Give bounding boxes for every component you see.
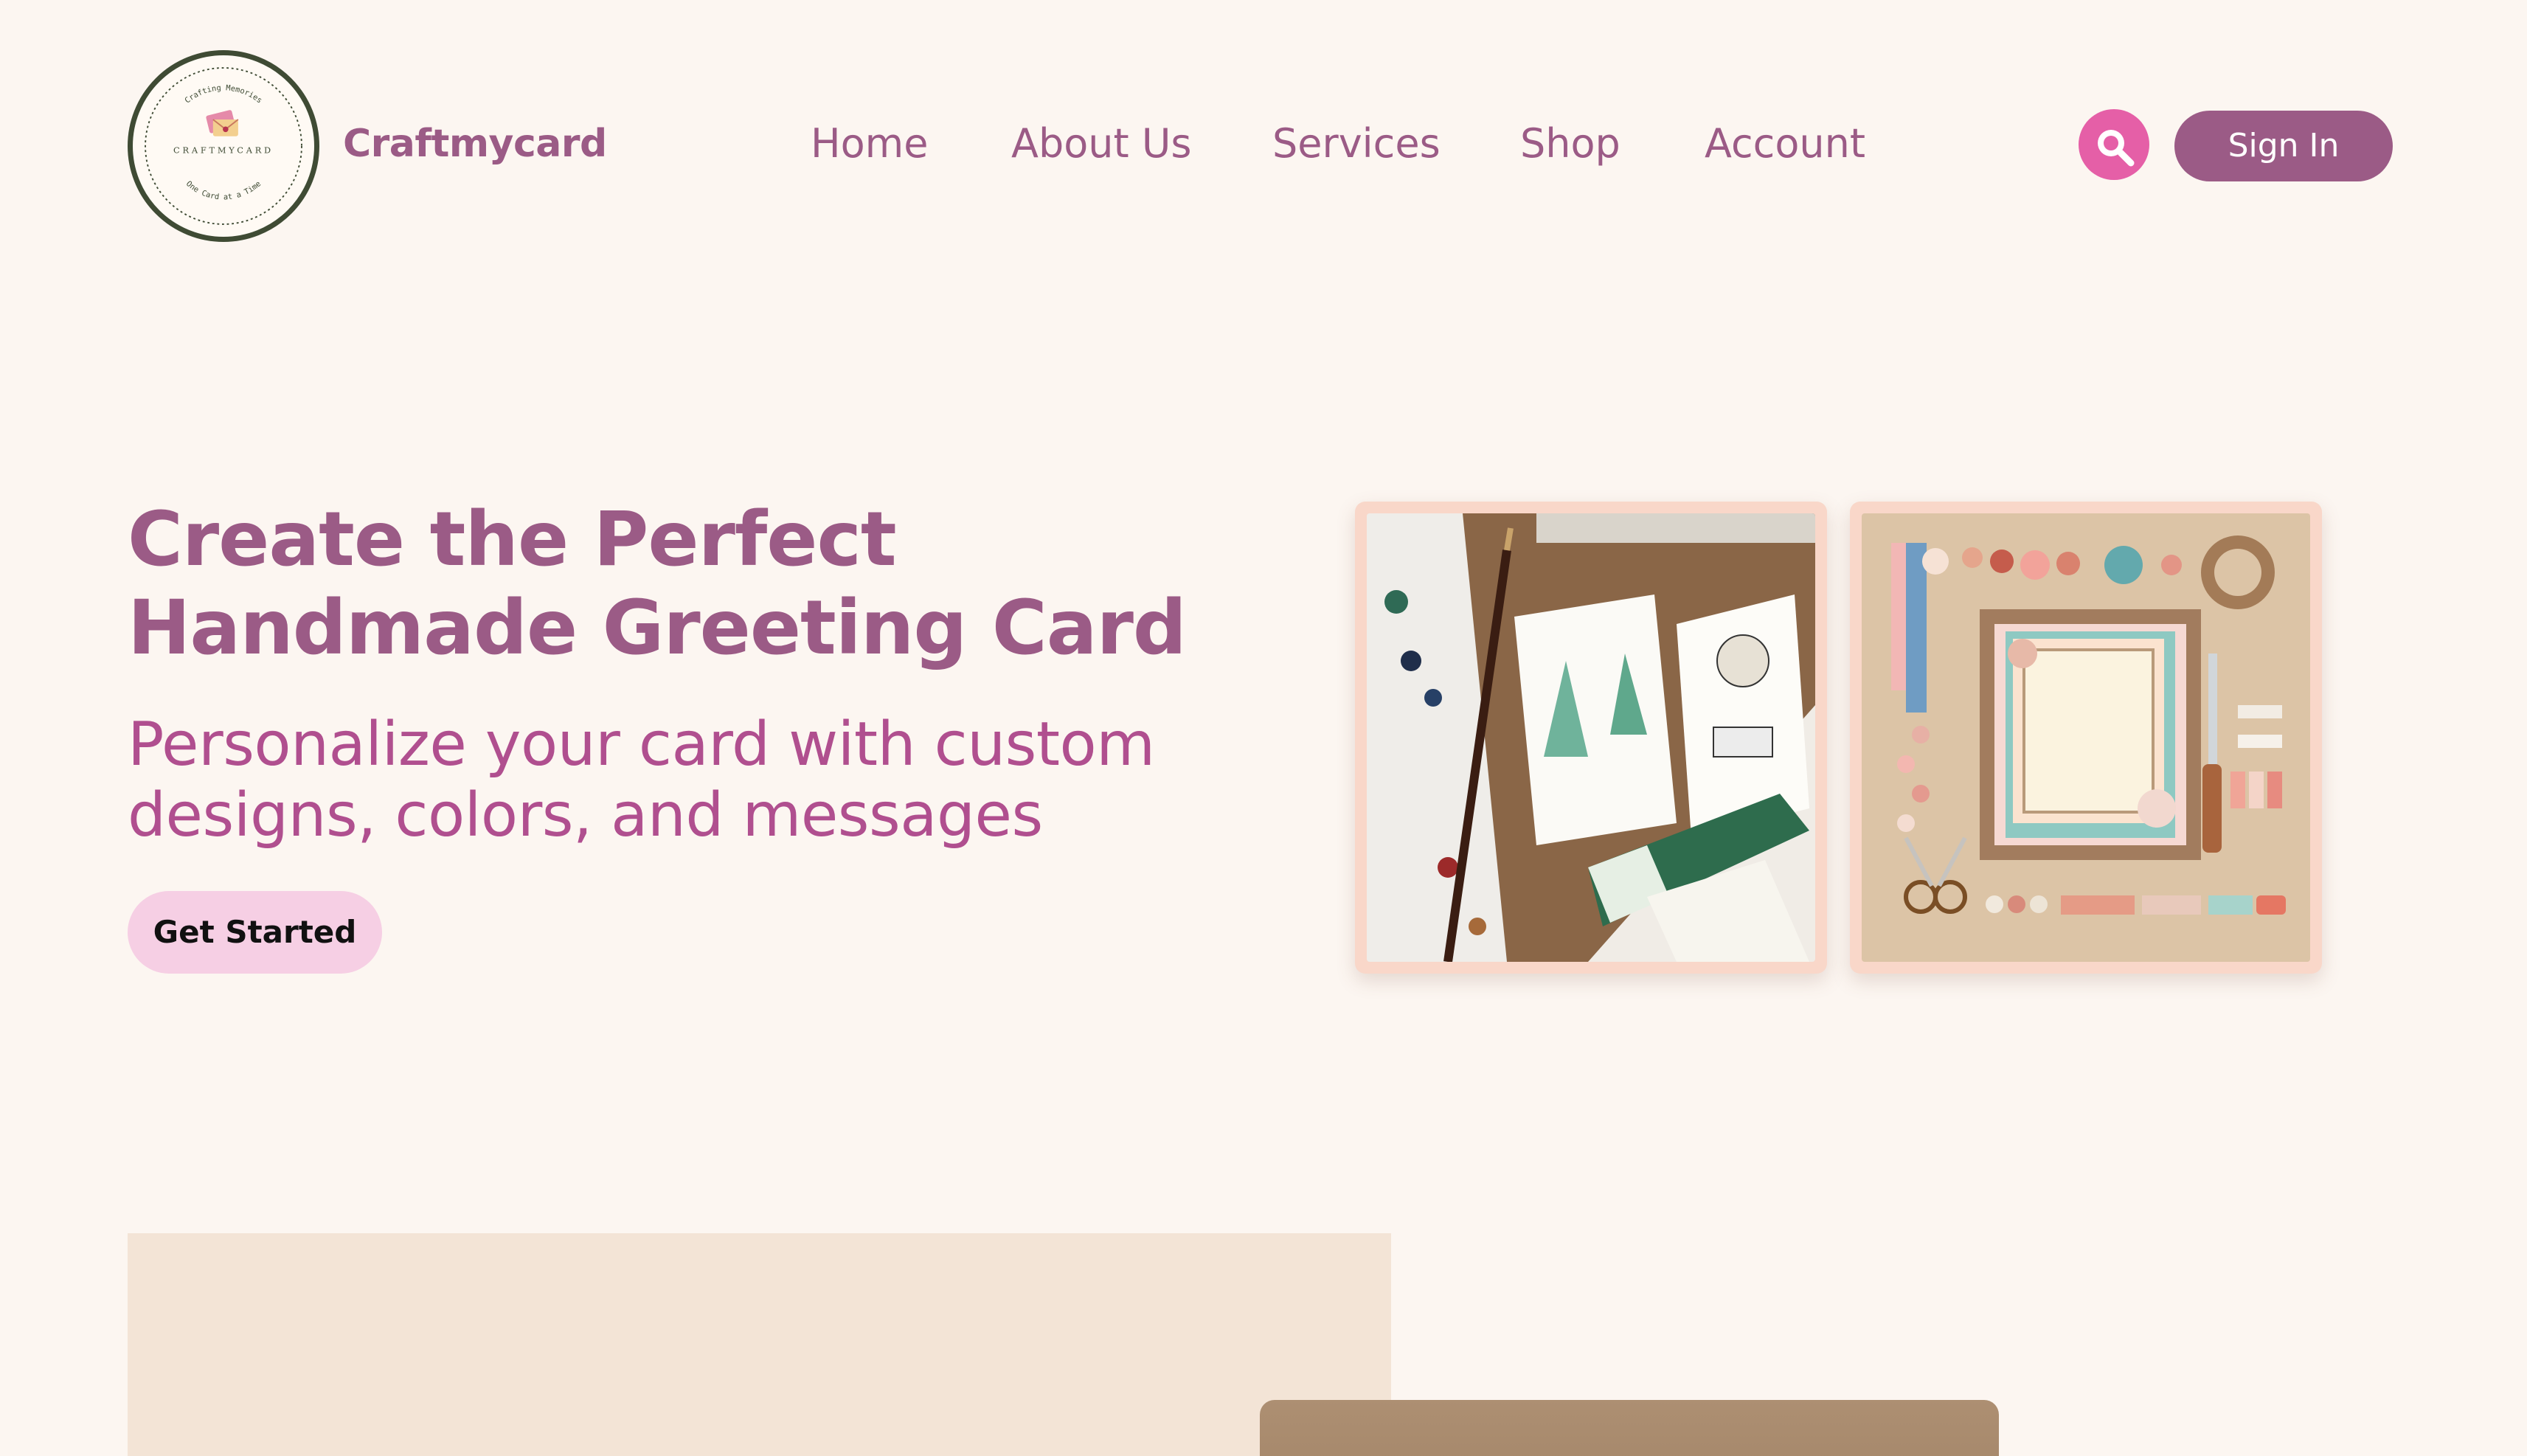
search-button[interactable] [2079, 109, 2149, 180]
hero-image-craft-supplies [1850, 502, 2322, 974]
hero-title-line-1: Create the Perfect [128, 496, 897, 583]
painted-cards-photo [1367, 513, 1815, 962]
page: Crafting Memories CRAFTMYCARD One Card a… [0, 0, 2527, 1456]
logo-top-text: Crafting Memories [183, 83, 263, 105]
svg-text:One Card at a Time: One Card at a Time [184, 179, 263, 201]
logo-badge[interactable]: Crafting Memories CRAFTMYCARD One Card a… [128, 50, 319, 242]
get-started-button[interactable]: Get Started [128, 891, 382, 974]
nav-about-us[interactable]: About Us [1011, 117, 1191, 171]
nav-shop[interactable]: Shop [1520, 117, 1620, 171]
envelope-icon [206, 110, 239, 136]
sign-in-button[interactable]: Sign In [2174, 111, 2393, 181]
search-icon [2098, 130, 2135, 167]
nav-account[interactable]: Account [1705, 117, 1865, 171]
feature-image [1260, 1400, 1999, 1456]
logo-center-text: CRAFTMYCARD [173, 145, 274, 155]
logo-bottom-text: One Card at a Time [184, 179, 263, 201]
nav-home[interactable]: Home [811, 117, 928, 171]
craft-supplies-photo [1862, 513, 2310, 962]
hero-subtitle: Personalize your card with custom design… [128, 710, 1278, 851]
nav-services[interactable]: Services [1272, 117, 1441, 171]
hero-title-line-2: Handmade Greeting Card [128, 584, 1187, 672]
brand-name[interactable]: Craftmycard [343, 117, 607, 171]
hero-subtitle-line-1: Personalize your card with custom [128, 710, 1155, 780]
hero-subtitle-line-2: designs, colors, and messages [128, 780, 1043, 850]
logo-emblem: Crafting Memories CRAFTMYCARD One Card a… [145, 67, 302, 225]
hero-image-painted-cards [1355, 502, 1827, 974]
hero-title: Create the Perfect Handmade Greeting Car… [128, 496, 1308, 673]
svg-text:Crafting Memories: Crafting Memories [183, 83, 263, 105]
feature-panel [128, 1233, 1391, 1456]
